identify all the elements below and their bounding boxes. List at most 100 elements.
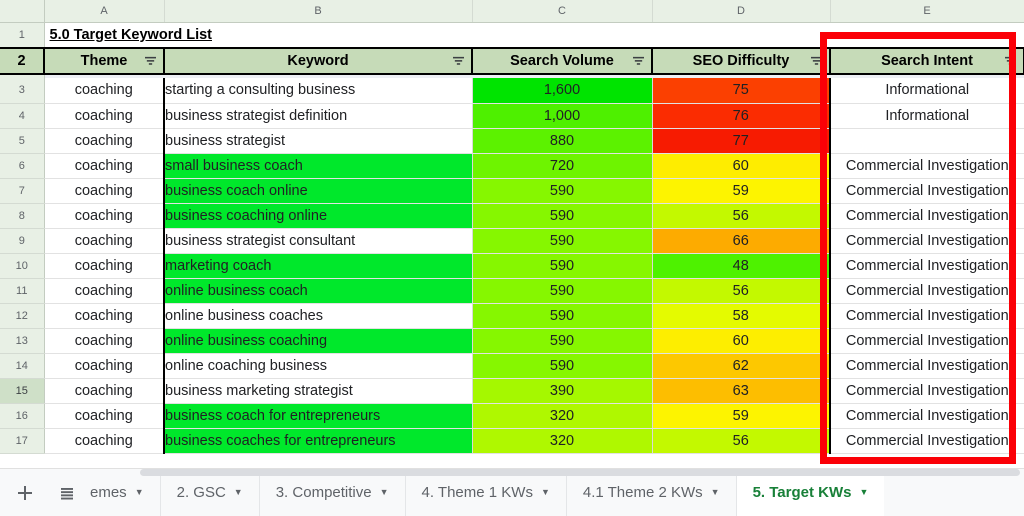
cell-search-intent[interactable]: Commercial Investigation [830, 328, 1024, 354]
cell-search-intent[interactable]: Informational [830, 103, 1024, 129]
cell-keyword[interactable]: small business coach [163, 153, 473, 179]
cell-theme[interactable]: coaching [44, 328, 165, 354]
row-header-14[interactable]: 14 [0, 353, 45, 379]
column-header-d[interactable]: D [652, 0, 831, 23]
cell-search-intent[interactable]: Commercial Investigation [830, 278, 1024, 304]
cell-theme[interactable]: coaching [44, 253, 165, 279]
chevron-down-icon[interactable]: ▼ [859, 488, 868, 497]
filter-icon[interactable] [452, 56, 465, 67]
cell-seo-difficulty[interactable]: 66 [652, 228, 831, 254]
row-header-4[interactable]: 4 [0, 103, 45, 129]
row-header-5[interactable]: 5 [0, 128, 45, 154]
cell-theme[interactable]: coaching [44, 353, 165, 379]
cell-search-volume[interactable]: 880 [472, 128, 653, 154]
cell-keyword[interactable]: business marketing strategist [163, 378, 473, 404]
cell-search-intent[interactable]: Commercial Investigation [830, 403, 1024, 429]
row-header-11[interactable]: 11 [0, 278, 45, 304]
chevron-down-icon[interactable]: ▼ [135, 488, 144, 497]
cell-theme[interactable]: coaching [44, 128, 165, 154]
cell-keyword[interactable]: business strategist definition [163, 103, 473, 129]
spreadsheet-grid[interactable]: A B C D E 1 5.0 Target Keyword List 2 Theme Keywo… [0, 0, 1024, 468]
chevron-down-icon[interactable]: ▼ [380, 488, 389, 497]
cell-search-intent[interactable]: Commercial Investigation [830, 153, 1024, 179]
cell-search-intent[interactable] [830, 128, 1024, 154]
cell-seo-difficulty[interactable]: 62 [652, 353, 831, 379]
cell-seo-difficulty[interactable]: 77 [652, 128, 831, 154]
cell-search-intent[interactable]: Commercial Investigation [830, 203, 1024, 229]
cell-search-intent[interactable]: Informational [830, 78, 1024, 104]
cell-keyword[interactable]: business strategist consultant [163, 228, 473, 254]
cell-search-intent[interactable]: Commercial Investigation [830, 428, 1024, 454]
chevron-down-icon[interactable]: ▼ [541, 488, 550, 497]
select-all-corner[interactable] [0, 0, 45, 23]
row-header-9[interactable]: 9 [0, 228, 45, 254]
title-row-filler[interactable] [830, 22, 1024, 49]
cell-theme[interactable]: coaching [44, 153, 165, 179]
row-header-13[interactable]: 13 [0, 328, 45, 354]
filter-icon[interactable] [632, 56, 645, 67]
chevron-down-icon[interactable]: ▼ [234, 488, 243, 497]
cell-search-volume[interactable]: 590 [472, 353, 653, 379]
cell-keyword[interactable]: online business coaches [163, 303, 473, 329]
cell-seo-difficulty[interactable]: 56 [652, 203, 831, 229]
cell-theme[interactable]: coaching [44, 403, 165, 429]
header-cell-search-intent[interactable]: Search Intent [830, 47, 1024, 75]
all-sheets-button[interactable] [50, 476, 84, 510]
column-header-b[interactable]: B [164, 0, 473, 23]
cell-search-intent[interactable]: Commercial Investigation [830, 303, 1024, 329]
cell-seo-difficulty[interactable]: 63 [652, 378, 831, 404]
cell-keyword[interactable]: starting a consulting business [163, 78, 473, 104]
cell-search-volume[interactable]: 320 [472, 403, 653, 429]
header-cell-search-volume[interactable]: Search Volume [472, 47, 653, 75]
cell-search-volume[interactable]: 590 [472, 178, 653, 204]
cell-seo-difficulty[interactable]: 48 [652, 253, 831, 279]
horizontal-scrollbar[interactable] [140, 469, 1020, 476]
cell-theme[interactable]: coaching [44, 203, 165, 229]
filter-icon[interactable] [144, 56, 157, 67]
cell-search-intent[interactable]: Commercial Investigation [830, 253, 1024, 279]
cell-seo-difficulty[interactable]: 59 [652, 178, 831, 204]
column-header-e[interactable]: E [830, 0, 1024, 23]
header-cell-seo-difficulty[interactable]: SEO Difficulty [652, 47, 831, 75]
row-header-12[interactable]: 12 [0, 303, 45, 329]
cell-seo-difficulty[interactable]: 58 [652, 303, 831, 329]
cell-theme[interactable]: coaching [44, 228, 165, 254]
column-header-a[interactable]: A [44, 0, 165, 23]
chevron-down-icon[interactable]: ▼ [711, 488, 720, 497]
column-header-c[interactable]: C [472, 0, 653, 23]
header-cell-theme[interactable]: Theme [43, 47, 165, 75]
cell-search-volume[interactable]: 720 [472, 153, 653, 179]
cell-search-intent[interactable]: Commercial Investigation [830, 378, 1024, 404]
cell-seo-difficulty[interactable]: 59 [652, 403, 831, 429]
cell-theme[interactable]: coaching [44, 303, 165, 329]
cell-keyword[interactable]: business coach for entrepreneurs [163, 403, 473, 429]
cell-search-intent[interactable]: Commercial Investigation [830, 228, 1024, 254]
cell-search-volume[interactable]: 590 [472, 228, 653, 254]
cell-keyword[interactable]: business coach online [163, 178, 473, 204]
cell-keyword[interactable]: online business coach [163, 278, 473, 304]
cell-search-volume[interactable]: 590 [472, 328, 653, 354]
cell-search-volume[interactable]: 320 [472, 428, 653, 454]
sheet-title-cell[interactable]: 5.0 Target Keyword List [44, 22, 830, 49]
cell-theme[interactable]: coaching [44, 378, 165, 404]
filter-icon[interactable] [1004, 56, 1017, 67]
cell-theme[interactable]: coaching [44, 428, 165, 454]
row-header-8[interactable]: 8 [0, 203, 45, 229]
cell-keyword[interactable]: online coaching business [163, 353, 473, 379]
cell-theme[interactable]: coaching [44, 103, 165, 129]
row-header-3[interactable]: 3 [0, 78, 45, 104]
cell-keyword[interactable]: business coaching online [163, 203, 473, 229]
cell-search-intent[interactable]: Commercial Investigation [830, 353, 1024, 379]
header-cell-keyword[interactable]: Keyword [164, 47, 473, 75]
cell-search-volume[interactable]: 590 [472, 203, 653, 229]
cell-theme[interactable]: coaching [44, 278, 165, 304]
cell-keyword[interactable]: business coaches for entrepreneurs [163, 428, 473, 454]
row-header-17[interactable]: 17 [0, 428, 45, 454]
sheet-tab-bar[interactable]: emes ▼ 2. GSC ▼ 3. Competitive ▼ 4. Theme 1 KW… [0, 468, 1024, 516]
filter-icon[interactable] [810, 56, 823, 67]
cell-seo-difficulty[interactable]: 60 [652, 328, 831, 354]
cell-keyword[interactable]: online business coaching [163, 328, 473, 354]
cell-search-volume[interactable]: 590 [472, 253, 653, 279]
cell-seo-difficulty[interactable]: 56 [652, 428, 831, 454]
cell-seo-difficulty[interactable]: 56 [652, 278, 831, 304]
